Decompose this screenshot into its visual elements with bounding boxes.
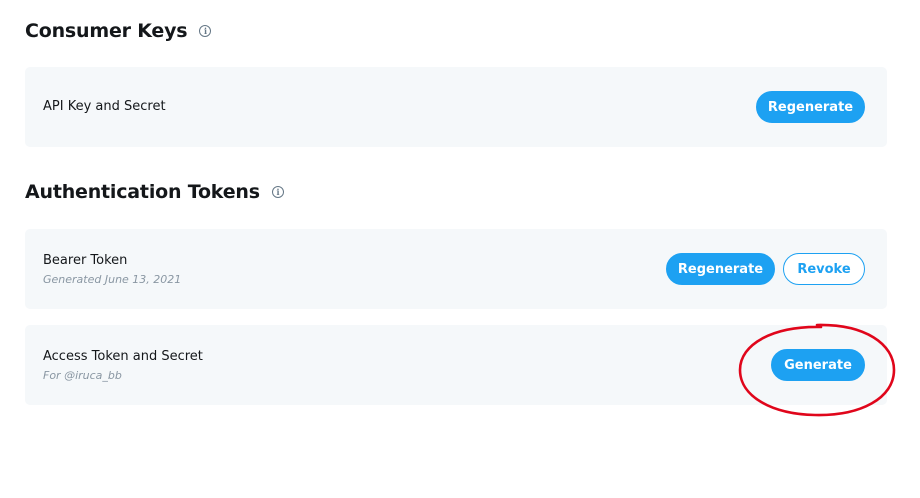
auth-tokens-heading: Authentication Tokens i xyxy=(25,181,284,203)
consumer-keys-title: Consumer Keys xyxy=(25,20,188,42)
api-key-card: API Key and Secret Regenerate xyxy=(25,67,887,147)
auth-tokens-title: Authentication Tokens xyxy=(25,181,260,203)
info-icon[interactable]: i xyxy=(199,25,212,37)
bearer-regenerate-button[interactable]: Regenerate xyxy=(666,253,775,285)
bearer-revoke-button[interactable]: Revoke xyxy=(783,253,865,285)
api-key-regenerate-button[interactable]: Regenerate xyxy=(756,91,865,123)
access-token-label: Access Token and Secret xyxy=(43,349,203,364)
info-icon[interactable]: i xyxy=(271,186,284,198)
api-key-label: API Key and Secret xyxy=(43,99,166,114)
access-token-account: For @iruca_bb xyxy=(43,369,122,382)
consumer-keys-heading: Consumer Keys i xyxy=(25,20,212,42)
access-generate-button[interactable]: Generate xyxy=(771,349,865,381)
bearer-token-label: Bearer Token xyxy=(43,253,128,268)
bearer-token-card: Bearer Token Generated June 13, 2021 Reg… xyxy=(25,229,887,309)
bearer-token-generated-date: Generated June 13, 2021 xyxy=(43,273,182,286)
access-token-card: Access Token and Secret For @iruca_bb Ge… xyxy=(25,325,887,405)
